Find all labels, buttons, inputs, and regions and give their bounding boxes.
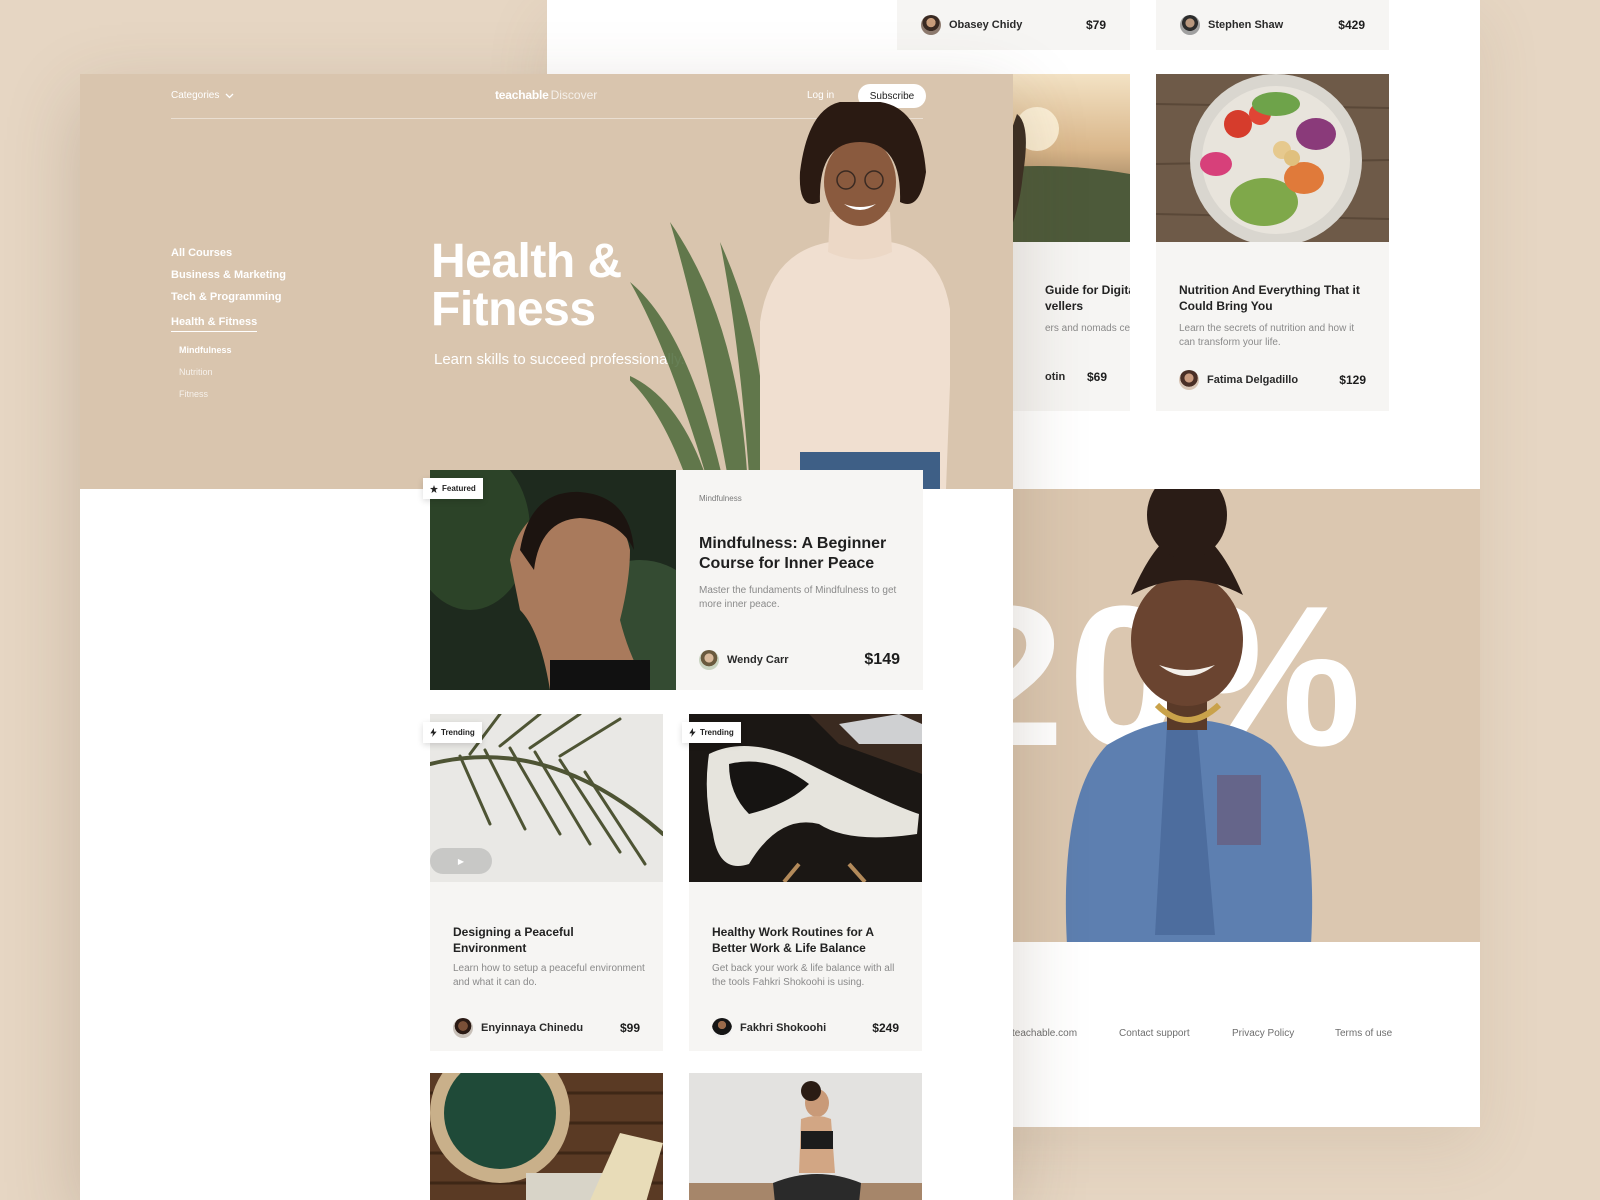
sidebar-item-tech-programming[interactable]: Tech & Programming (171, 290, 286, 304)
course-card[interactable] (689, 1073, 922, 1200)
hero-person-image (630, 102, 950, 489)
course-title: Designing a Peaceful Environment (453, 925, 574, 955)
sidebar-subitem-fitness[interactable]: Fitness (179, 388, 286, 400)
featured-course-image[interactable] (430, 470, 676, 690)
sidebar-item-all-courses[interactable]: All Courses (171, 246, 286, 260)
trending-badge: Trending (423, 722, 482, 743)
course-price: $99 (619, 1021, 640, 1035)
course-card[interactable]: Nutrition And Everything That it Could B… (1156, 74, 1389, 411)
course-thumbnail (1156, 74, 1389, 242)
course-footer: Wendy Carr $149 (699, 650, 900, 670)
avatar (1180, 15, 1200, 35)
brand-logo[interactable]: teachable Discover (495, 88, 597, 102)
course-description: Get back your work & life balance with a… (712, 963, 895, 988)
course-price: $129 (1339, 373, 1366, 387)
footer-link-privacy[interactable]: Privacy Policy (1232, 1028, 1294, 1039)
avatar (453, 1018, 473, 1038)
course-price: $79 (1085, 18, 1106, 32)
brand-suffix: Discover (550, 88, 598, 102)
trending-badge: Trending (682, 722, 741, 743)
instructor-name: Enyinnaya Chinedu (481, 1022, 584, 1034)
course-title: Healthy Work Routines for A Better Work … (712, 925, 874, 955)
avatar (1179, 370, 1199, 390)
promo-banner: 20% (1013, 489, 1480, 942)
categories-label: Categories (171, 90, 220, 101)
course-title: Mindfulness: A Beginner Course for Inner… (699, 535, 887, 572)
badge-label: Trending (441, 728, 475, 737)
category-sidebar: All Courses Business & Marketing Tech & … (171, 246, 286, 410)
course-title: Nutrition And Everything That it Could B… (1179, 283, 1360, 313)
course-card[interactable]: Healthy Work Routines for A Better Work … (689, 714, 922, 1051)
avatar (712, 1018, 732, 1038)
course-description: Learn the secrets of nutrition and how i… (1179, 323, 1355, 348)
instructor-name: Fakhri Shokoohi (740, 1022, 827, 1034)
footer-link-terms[interactable]: Terms of use (1335, 1028, 1392, 1039)
course-card[interactable] (430, 1073, 663, 1200)
brand-name: teachable (495, 88, 549, 102)
course-price: $149 (864, 651, 900, 668)
course-price: $249 (872, 1021, 899, 1035)
course-category: Mindfulness (699, 494, 742, 503)
course-price: $69 (1086, 370, 1107, 384)
sidebar-item-health-fitness[interactable]: Health & Fitness (171, 315, 258, 332)
badge-label: Trending (700, 728, 734, 737)
course-footer: Fatima Delgadillo $129 (1179, 370, 1366, 390)
course-description: Learn how to setup a peaceful environmen… (453, 963, 645, 988)
course-description: Master the fundaments of Mindfulness to … (699, 585, 897, 610)
badge-label: Featured (442, 484, 476, 493)
hero-section: Categories teachable Discover Log in Subs… (80, 74, 1013, 489)
top-instructor-strip[interactable]: Obasey Chidy $79 (897, 0, 1130, 50)
course-card[interactable]: ▶ Designing a Peaceful Environment Learn… (430, 714, 663, 1051)
page-title-line: Health & (431, 235, 622, 288)
play-button[interactable]: ▶ (430, 848, 492, 874)
course-footer: Enyinnaya Chinedu $99 (453, 1018, 640, 1038)
sidebar-subitem-mindfulness[interactable]: Mindfulness (179, 344, 286, 356)
top-instructor-strip[interactable]: Stephen Shaw $429 (1156, 0, 1389, 50)
front-page: Categories teachable Discover Log in Subs… (80, 74, 1013, 1200)
footer-link-home[interactable]: teachable.com (1012, 1028, 1077, 1039)
categories-dropdown[interactable]: Categories (171, 90, 234, 101)
play-icon: ▶ (457, 856, 465, 866)
instructor-name: Obasey Chidy (949, 19, 1023, 31)
chevron-down-icon (225, 93, 234, 98)
star-icon (430, 484, 438, 493)
lightning-icon (430, 728, 437, 737)
promo-person-image (1065, 489, 1313, 942)
instructor-name: Stephen Shaw (1208, 19, 1284, 31)
featured-course-card[interactable]: Mindfulness Mindfulness: A Beginner Cour… (676, 470, 923, 690)
course-price: $429 (1338, 18, 1365, 32)
lightning-icon (689, 728, 696, 737)
page-title-line: Fitness (431, 283, 596, 336)
instructor-name: Fatima Delgadillo (1207, 374, 1299, 386)
sidebar-item-business-marketing[interactable]: Business & Marketing (171, 268, 286, 282)
avatar (699, 650, 719, 670)
avatar (921, 15, 941, 35)
featured-thumbnail (430, 470, 676, 690)
featured-badge: Featured (423, 478, 483, 499)
sidebar-subitem-nutrition[interactable]: Nutrition (179, 366, 286, 378)
matcha-image (430, 1073, 663, 1200)
login-link[interactable]: Log in (807, 90, 834, 101)
footer-link-support[interactable]: Contact support (1119, 1028, 1190, 1039)
yoga-image (689, 1073, 922, 1200)
course-footer: Fakhri Shokoohi $249 (712, 1018, 899, 1038)
instructor-name: otin (1045, 371, 1066, 383)
instructor-name: Wendy Carr (727, 654, 789, 666)
